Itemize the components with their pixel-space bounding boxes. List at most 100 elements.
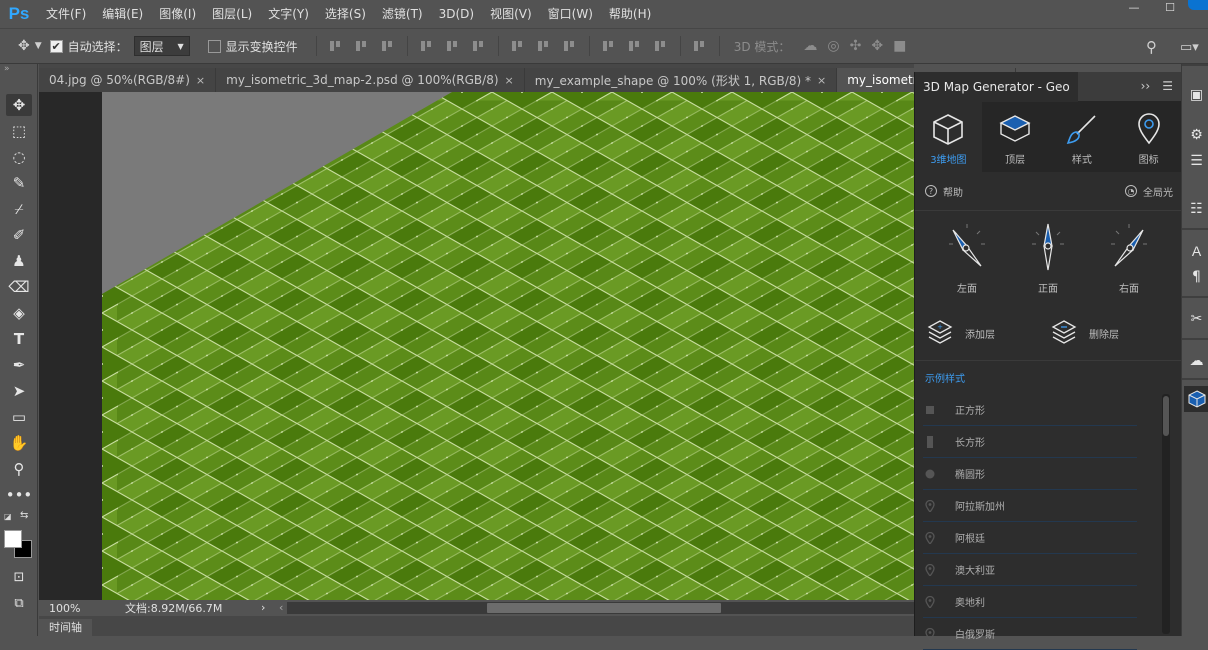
align-right-icon[interactable] bbox=[471, 39, 487, 53]
tab-icons[interactable]: 图标 bbox=[1115, 102, 1182, 172]
align-hcenter-icon[interactable] bbox=[445, 39, 461, 53]
distribute-right-icon[interactable] bbox=[653, 39, 669, 53]
delete-layer-button[interactable]: 删除层 bbox=[1051, 318, 1119, 348]
align-left-icon[interactable] bbox=[419, 39, 435, 53]
screen-mode-icon[interactable]: ⧉ bbox=[6, 592, 32, 614]
menu-item[interactable]: 窗口(W) bbox=[540, 0, 601, 28]
distribute-bottom-icon[interactable] bbox=[562, 39, 578, 53]
distribute-left-icon[interactable] bbox=[601, 39, 617, 53]
menu-item[interactable]: 文字(Y) bbox=[260, 0, 317, 28]
zoom-tool-icon[interactable]: ⚲ bbox=[6, 458, 32, 480]
foreground-color-swatch[interactable] bbox=[4, 530, 22, 548]
view-right-button[interactable]: 右面 bbox=[1099, 222, 1159, 302]
status-menu-chevron-icon[interactable]: › bbox=[261, 601, 265, 614]
menu-item[interactable]: 文件(F) bbox=[38, 0, 94, 28]
show-transform-checkbox[interactable] bbox=[207, 39, 221, 53]
paragraph-icon[interactable]: ¶ bbox=[1184, 264, 1208, 290]
search-icon[interactable]: ⚲ bbox=[1146, 35, 1157, 59]
default-colors-icon[interactable]: ◪ bbox=[4, 512, 12, 521]
pan-3d-icon[interactable]: ✣ bbox=[850, 38, 862, 54]
panel-menu-icon[interactable]: ☰ bbox=[1162, 79, 1173, 93]
marquee-tool-icon[interactable]: ⬚ bbox=[6, 120, 32, 142]
document-tab[interactable]: my_isometric_3d_map-2.psd @ 100%(RGB/8) × bbox=[216, 68, 525, 92]
document-tab[interactable]: 04.jpg @ 50%(RGB/8#) × bbox=[39, 68, 217, 92]
quick-select-tool-icon[interactable]: ✎ bbox=[6, 172, 32, 194]
more-tools-icon[interactable]: ••• bbox=[6, 484, 33, 506]
pen-tool-icon[interactable]: ✒ bbox=[6, 354, 32, 376]
quick-mask-icon[interactable]: ⊡ bbox=[6, 566, 32, 588]
eraser-tool-icon[interactable]: ⌫ bbox=[6, 276, 32, 298]
close-icon[interactable]: × bbox=[505, 74, 514, 87]
collapse-panel-icon[interactable]: ›› bbox=[1141, 79, 1151, 93]
zoom-level[interactable]: 100% bbox=[39, 602, 87, 615]
close-icon[interactable]: × bbox=[817, 74, 826, 87]
map-generator-dock-icon[interactable] bbox=[1184, 386, 1208, 412]
style-list-item[interactable]: 奥地利 bbox=[923, 586, 1137, 618]
orbit-3d-icon[interactable]: ☁ bbox=[803, 38, 817, 54]
swap-colors-icon[interactable]: ⇆ bbox=[20, 510, 28, 521]
close-icon[interactable]: × bbox=[196, 74, 205, 87]
style-list-item[interactable]: 椭圆形 bbox=[923, 458, 1137, 490]
move-tool-icon[interactable]: ✥ bbox=[18, 34, 30, 58]
move-tool-icon[interactable]: ✥ bbox=[6, 94, 32, 116]
paint-bucket-tool-icon[interactable]: ◈ bbox=[6, 302, 32, 324]
view-front-button[interactable]: 正面 bbox=[1018, 222, 1078, 302]
properties-icon[interactable]: ☰ bbox=[1184, 148, 1208, 174]
style-list-item[interactable]: 阿根廷 bbox=[923, 522, 1137, 554]
menu-item[interactable]: 3D(D) bbox=[431, 0, 482, 28]
document-canvas[interactable] bbox=[102, 92, 914, 600]
menu-item[interactable]: 图像(I) bbox=[151, 0, 204, 28]
history-icon[interactable]: ▣ bbox=[1184, 82, 1208, 108]
style-list-scrollbar[interactable] bbox=[1162, 394, 1170, 634]
expand-panel-icon[interactable]: » bbox=[4, 64, 10, 74]
scroll-left-icon[interactable]: ‹ bbox=[279, 601, 283, 614]
menu-item[interactable]: 帮助(H) bbox=[601, 0, 659, 28]
menu-item[interactable]: 编辑(E) bbox=[94, 0, 151, 28]
document-info[interactable]: 文档:8.92M/66.7M bbox=[87, 600, 257, 616]
style-list-scroll-thumb[interactable] bbox=[1163, 396, 1169, 436]
tab-top-layer[interactable]: 顶层 bbox=[982, 102, 1049, 172]
style-list-item[interactable]: 长方形 bbox=[923, 426, 1137, 458]
menu-item[interactable]: 选择(S) bbox=[317, 0, 374, 28]
libraries-icon[interactable]: ☁ bbox=[1184, 348, 1208, 374]
tool-preset-chevron-icon[interactable]: ▼ bbox=[35, 34, 42, 58]
close-window-icon[interactable] bbox=[1188, 0, 1208, 10]
rectangle-tool-icon[interactable]: ▭ bbox=[6, 406, 32, 428]
distribute-top-icon[interactable] bbox=[510, 39, 526, 53]
horizontal-scrollbar[interactable] bbox=[287, 602, 914, 614]
canvas-area[interactable] bbox=[39, 92, 914, 600]
hand-tool-icon[interactable]: ✋ bbox=[6, 432, 32, 454]
style-list-item[interactable]: 阿拉斯加州 bbox=[923, 490, 1137, 522]
roll-3d-icon[interactable]: ◎ bbox=[827, 38, 839, 54]
style-list-item[interactable]: 澳大利亚 bbox=[923, 554, 1137, 586]
menu-item[interactable]: 视图(V) bbox=[482, 0, 540, 28]
style-list-item[interactable]: 白俄罗斯 bbox=[923, 618, 1137, 650]
distribute-vcenter-icon[interactable] bbox=[536, 39, 552, 53]
adjustments-icon[interactable]: ⚙ bbox=[1184, 122, 1208, 148]
eyedropper-tool-icon[interactable]: ⌿ bbox=[6, 198, 32, 220]
align-top-icon[interactable] bbox=[328, 39, 344, 53]
help-button[interactable]: ? 帮助 bbox=[925, 184, 963, 199]
global-light-button[interactable]: ◔ 全局光 bbox=[1125, 184, 1173, 199]
view-left-button[interactable]: 左面 bbox=[937, 222, 997, 302]
maximize-icon[interactable]: ☐ bbox=[1152, 0, 1188, 16]
distribute-hcenter-icon[interactable] bbox=[627, 39, 643, 53]
camera-3d-icon[interactable]: ■ bbox=[893, 38, 906, 54]
align-bottom-icon[interactable] bbox=[380, 39, 396, 53]
auto-select-checkbox[interactable]: ✔ bbox=[49, 39, 63, 53]
add-layer-button[interactable]: + 添加层 bbox=[927, 318, 995, 348]
type-tool-icon[interactable]: T bbox=[6, 328, 32, 350]
menu-item[interactable]: 图层(L) bbox=[204, 0, 260, 28]
auto-select-target-dropdown[interactable]: 图层 ▼ bbox=[133, 36, 190, 56]
auto-align-icon[interactable] bbox=[692, 39, 708, 53]
slide-3d-icon[interactable]: ✥ bbox=[871, 38, 883, 54]
stamp-tool-icon[interactable]: ♟ bbox=[6, 250, 32, 272]
panel-title[interactable]: 3D Map Generator - Geo bbox=[915, 71, 1078, 102]
align-vcenter-icon[interactable] bbox=[354, 39, 370, 53]
menu-item[interactable]: 滤镜(T) bbox=[374, 0, 431, 28]
path-select-tool-icon[interactable]: ➤ bbox=[6, 380, 32, 402]
brush-tool-icon[interactable]: ✐ bbox=[6, 224, 32, 246]
style-list-item[interactable]: 正方形 bbox=[923, 394, 1137, 426]
tool-presets-icon[interactable]: ✂ bbox=[1184, 306, 1208, 332]
tab-3d-map[interactable]: 3维地图 bbox=[915, 102, 982, 172]
